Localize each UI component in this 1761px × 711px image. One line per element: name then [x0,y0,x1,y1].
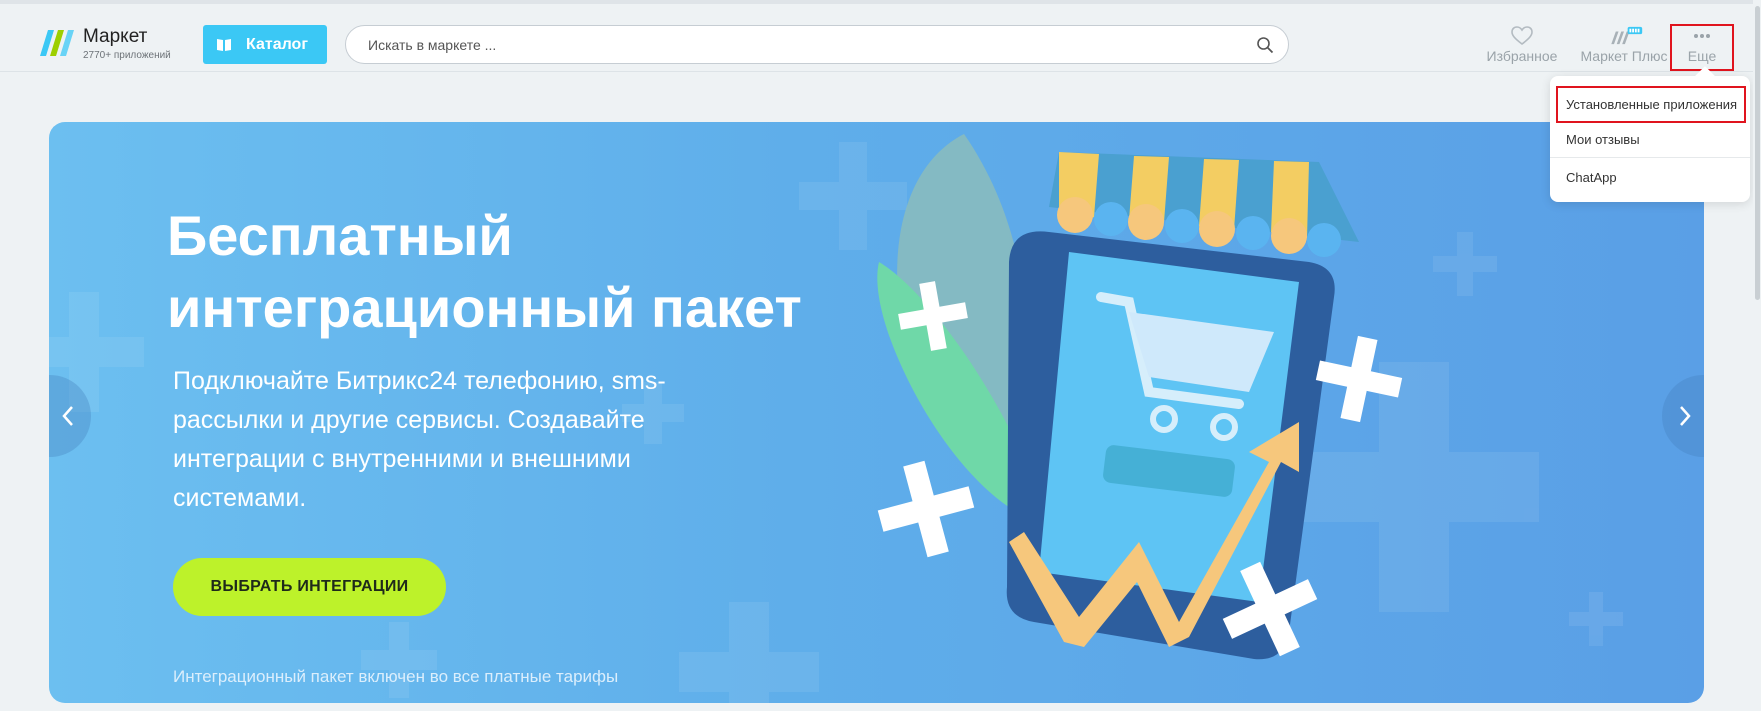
menu-item-my-reviews[interactable]: Мои отзывы [1550,122,1750,158]
promo-banner[interactable]: Бесплатный интеграционный пакет Подключа… [49,122,1704,703]
search-icon[interactable] [1256,36,1274,54]
heart-icon [1511,26,1533,46]
market-plus-icon [1611,26,1643,45]
more-highlight-frame [1670,24,1734,71]
scrollbar-thumb[interactable] [1755,6,1760,300]
favorites-button[interactable]: Избранное [1484,26,1560,70]
top-header: Маркет 2770+ приложений Каталог Избранно… [0,0,1761,72]
search-bar [345,25,1289,64]
market-logo-icon [40,30,74,56]
chevron-right-icon [1680,406,1691,426]
installed-apps-highlight-frame [1556,86,1746,123]
logo-title: Маркет [83,26,148,47]
banner-description: Подключайте Битрикс24 телефонию, sms-рас… [173,367,666,512]
favorites-label: Избранное [1486,48,1558,64]
banner-note: Интеграционный пакет включен во все плат… [173,667,619,686]
menu-item-chatapp[interactable]: ChatApp [1550,159,1750,195]
search-input[interactable] [366,26,1226,63]
catalog-button[interactable]: Каталог [203,25,327,64]
book-icon [217,38,231,51]
logo-subtitle: 2770+ приложений [83,50,171,61]
banner-title: Бесплатный интеграционный пакет [167,200,927,344]
market-plus-button[interactable]: Маркет Плюс [1578,26,1670,70]
banner-title-line1: Бесплатный [167,204,513,267]
market-plus-label: Маркет Плюс [1580,48,1668,64]
chevron-left-icon [62,406,73,426]
market-logo[interactable]: Маркет 2770+ приложений [38,24,178,64]
banner-title-line2: интеграционный пакет [167,276,802,339]
catalog-label: Каталог [246,35,308,53]
page-scrollbar[interactable] [1753,0,1761,711]
choose-integrations-button[interactable]: ВЫБРАТЬ ИНТЕГРАЦИИ [173,558,446,616]
